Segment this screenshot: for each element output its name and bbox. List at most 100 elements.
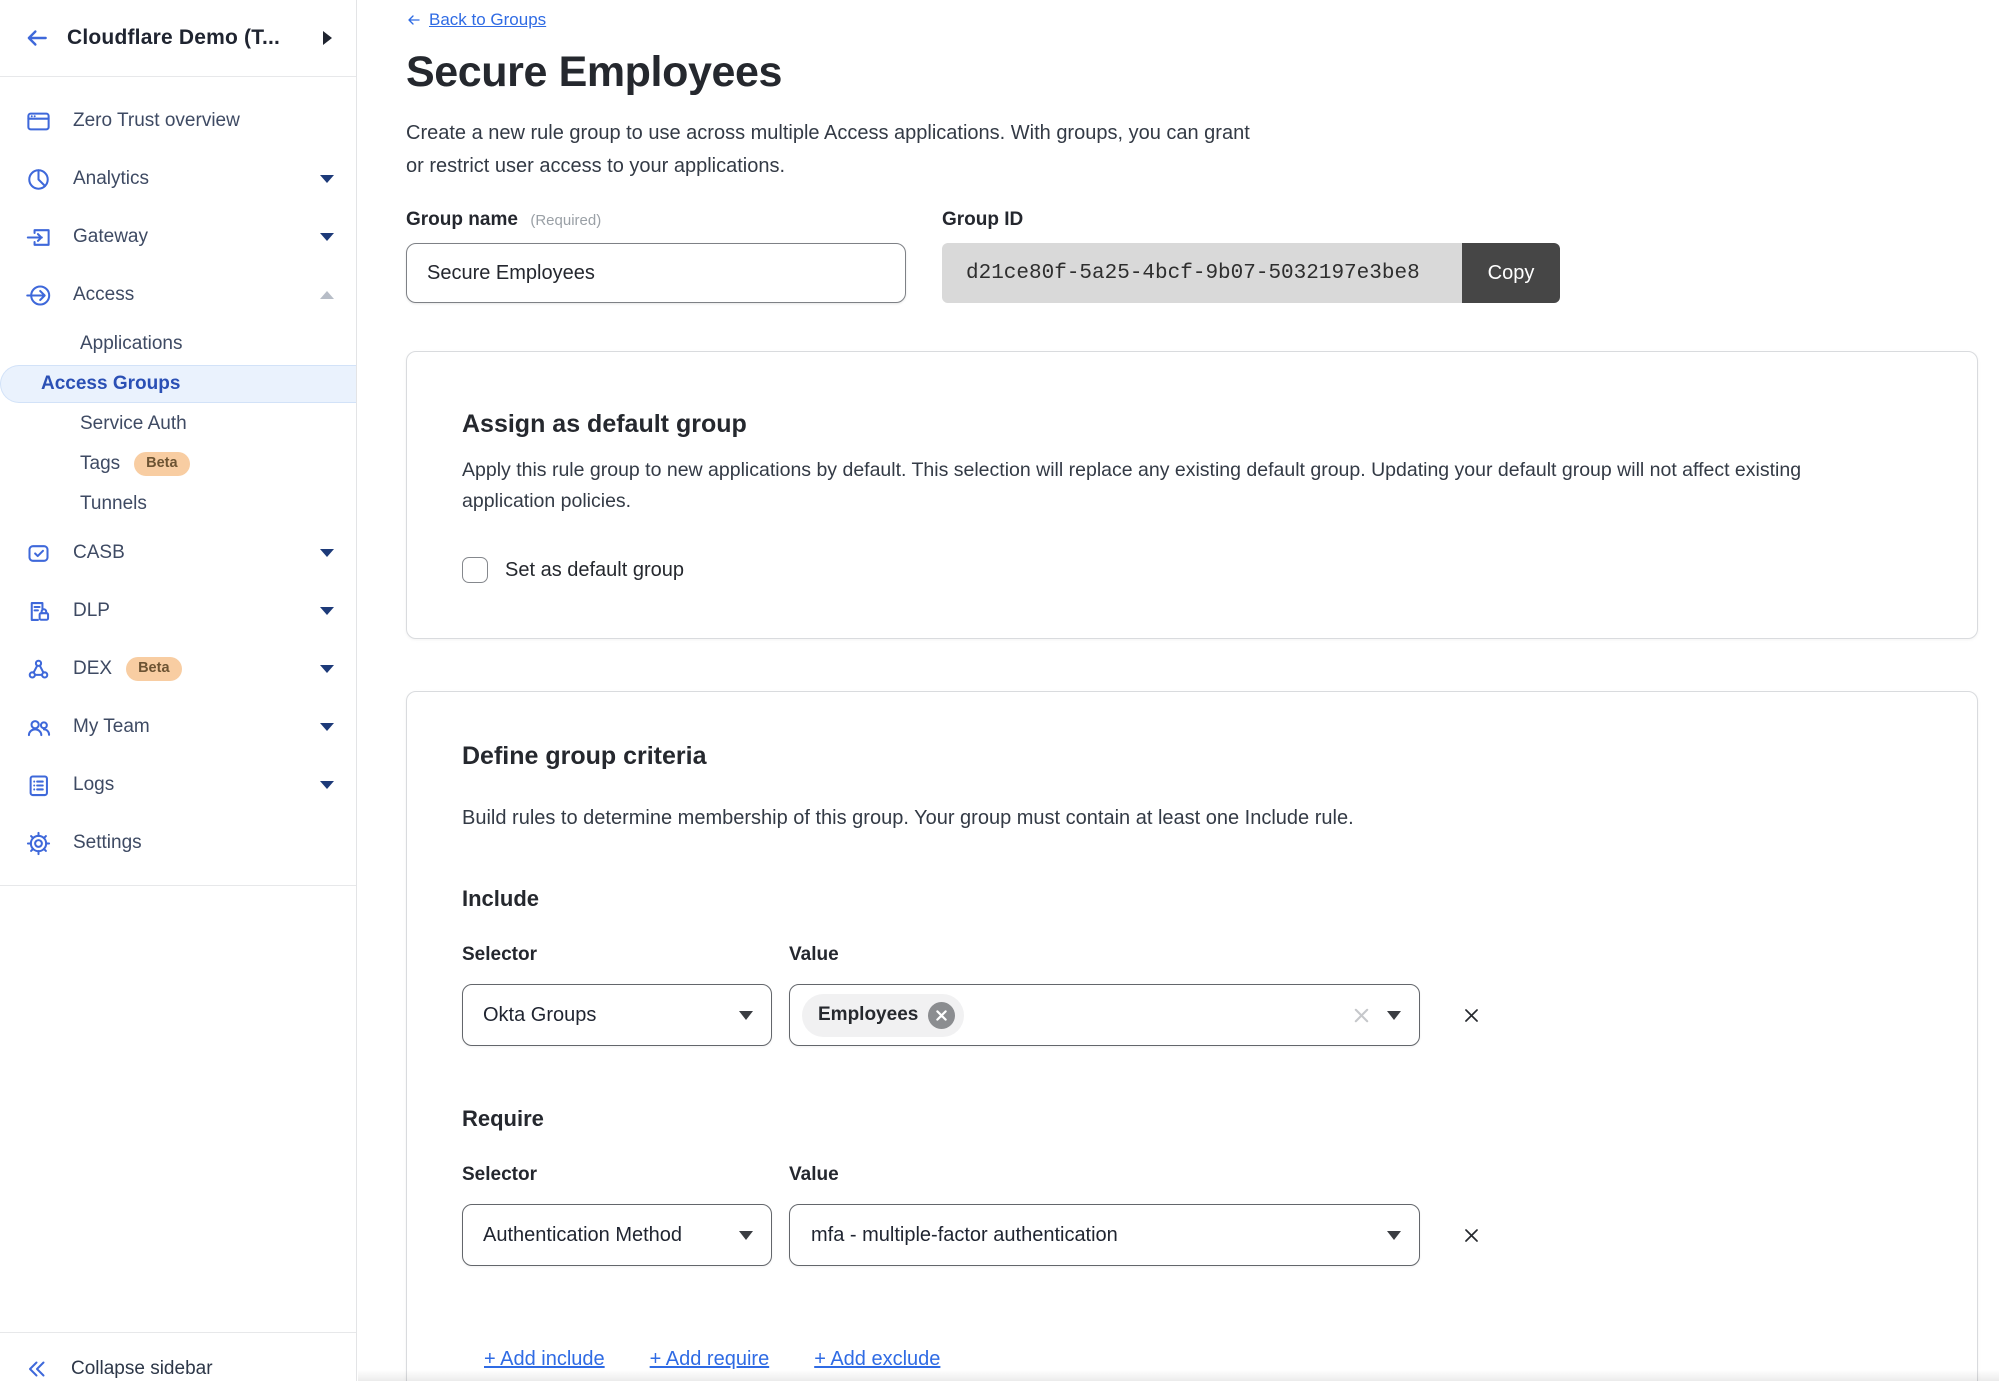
- group-form-row: Group name (Required) Group ID d21ce80f-…: [406, 209, 1978, 303]
- sidebar-item-tags[interactable]: Tags Beta: [0, 444, 356, 484]
- selector-label: Selector: [462, 1164, 772, 1186]
- gear-icon: [25, 830, 52, 857]
- include-value-multiselect[interactable]: Employees: [789, 984, 1420, 1046]
- sidebar-item-label: Gateway: [73, 226, 148, 248]
- require-selector-value: Authentication Method: [483, 1224, 682, 1247]
- criteria-card-title: Define group criteria: [462, 742, 1917, 771]
- sidebar-item-my-team[interactable]: My Team: [0, 698, 356, 756]
- back-link-label: Back to Groups: [429, 10, 546, 30]
- collapse-sidebar-button[interactable]: Collapse sidebar: [0, 1344, 213, 1381]
- sidebar-item-settings[interactable]: Settings: [0, 814, 356, 872]
- sidebar-nav: Zero Trust overview Analytics Gateway Ac…: [0, 77, 356, 886]
- value-label: Value: [789, 944, 839, 966]
- sidebar-item-access-groups[interactable]: Access Groups: [0, 365, 356, 403]
- chevron-right-icon: [323, 31, 332, 45]
- required-hint: (Required): [530, 212, 601, 229]
- chevron-down-icon: [320, 233, 334, 241]
- sub-item-label: Tags: [80, 453, 120, 475]
- sidebar-item-label: DEX: [73, 658, 112, 680]
- remove-include-rule-icon[interactable]: [1463, 1007, 1480, 1024]
- sidebar-item-label: Zero Trust overview: [73, 110, 240, 132]
- team-icon: [25, 714, 52, 741]
- sidebar-item-label: Settings: [73, 832, 142, 854]
- include-labels-row: Selector Value: [462, 944, 1917, 966]
- copy-button[interactable]: Copy: [1462, 243, 1560, 303]
- arrow-left-icon: [406, 12, 422, 28]
- chevron-down-icon: [739, 1231, 753, 1240]
- value-chip: Employees: [802, 994, 964, 1037]
- sidebar-item-casb[interactable]: CASB: [0, 524, 356, 582]
- sidebar-item-access[interactable]: Access: [0, 266, 356, 324]
- sidebar-item-zero-trust-overview[interactable]: Zero Trust overview: [0, 92, 356, 150]
- sub-item-label: Service Auth: [80, 413, 187, 435]
- collapse-sidebar-label: Collapse sidebar: [71, 1358, 213, 1380]
- default-group-card-title: Assign as default group: [462, 410, 1917, 439]
- sidebar-item-logs[interactable]: Logs: [0, 756, 356, 814]
- page-title: Secure Employees: [406, 47, 1978, 97]
- group-id-field: Group ID d21ce80f-5a25-4bcf-9b07-5032197…: [942, 209, 1560, 303]
- document-lock-icon: [25, 598, 52, 625]
- clear-values-icon[interactable]: [1352, 1006, 1371, 1025]
- require-section-title: Require: [462, 1106, 1917, 1132]
- beta-badge: Beta: [126, 657, 181, 681]
- group-id-label: Group ID: [942, 209, 1560, 231]
- include-selector-value: Okta Groups: [483, 1004, 596, 1027]
- sidebar-item-label: Analytics: [73, 168, 149, 190]
- sidebar-item-service-auth[interactable]: Service Auth: [0, 404, 356, 444]
- sidebar-item-applications[interactable]: Applications: [0, 324, 356, 364]
- chip-label: Employees: [818, 1004, 918, 1026]
- sidebar-item-dlp[interactable]: DLP: [0, 582, 356, 640]
- require-selector-dropdown[interactable]: Authentication Method: [462, 1204, 772, 1266]
- criteria-card-description: Build rules to determine membership of t…: [462, 807, 1917, 830]
- sidebar-item-gateway[interactable]: Gateway: [0, 208, 356, 266]
- chevron-down-icon: [739, 1011, 753, 1020]
- account-switcher[interactable]: Cloudflare Demo (T...: [0, 0, 356, 77]
- access-subnav: Applications Access Groups Service Auth …: [0, 324, 356, 524]
- casb-check-icon: [25, 540, 52, 567]
- back-arrow-icon[interactable]: [24, 25, 50, 51]
- group-name-input[interactable]: [406, 243, 906, 303]
- chevron-down-icon: [320, 175, 334, 183]
- chip-remove-icon[interactable]: [928, 1002, 955, 1029]
- chevron-down-icon: [320, 723, 334, 731]
- chevron-down-icon: [320, 607, 334, 615]
- chevron-up-icon: [320, 291, 334, 299]
- bottom-scroll-fade: [358, 1370, 1999, 1381]
- selector-label: Selector: [462, 944, 772, 966]
- group-name-field: Group name (Required): [406, 209, 906, 303]
- require-rule-row: Authentication Method mfa - multiple-fac…: [462, 1204, 1917, 1266]
- sidebar-item-label: Logs: [73, 774, 114, 796]
- network-nodes-icon: [25, 656, 52, 683]
- chevron-down-icon: [320, 665, 334, 673]
- remove-require-rule-icon[interactable]: [1463, 1227, 1480, 1244]
- value-label: Value: [789, 1164, 839, 1186]
- include-rule-row: Okta Groups Employees: [462, 984, 1917, 1046]
- account-name: Cloudflare Demo (T...: [67, 26, 306, 50]
- set-default-group-label: Set as default group: [505, 559, 684, 582]
- back-to-groups-link[interactable]: Back to Groups: [406, 10, 546, 30]
- sub-item-label: Applications: [80, 333, 182, 355]
- require-value: mfa - multiple-factor authentication: [802, 1224, 1371, 1247]
- sub-item-label: Access Groups: [41, 373, 180, 395]
- sub-item-label: Tunnels: [80, 493, 147, 515]
- include-section-title: Include: [462, 886, 1917, 912]
- chevron-down-icon: [320, 781, 334, 789]
- sidebar-item-tunnels[interactable]: Tunnels: [0, 484, 356, 524]
- sidebar-divider: [0, 1332, 356, 1333]
- require-value-dropdown[interactable]: mfa - multiple-factor authentication: [789, 1204, 1420, 1266]
- add-include-link[interactable]: + Add include: [484, 1348, 605, 1371]
- sidebar-item-analytics[interactable]: Analytics: [0, 150, 356, 208]
- pie-chart-icon: [25, 166, 52, 193]
- sidebar-item-label: Access: [73, 284, 134, 306]
- set-default-group-row[interactable]: Set as default group: [462, 557, 1917, 583]
- add-require-link[interactable]: + Add require: [650, 1348, 770, 1371]
- chevron-down-icon: [320, 549, 334, 557]
- include-selector-dropdown[interactable]: Okta Groups: [462, 984, 772, 1046]
- criteria-card: Define group criteria Build rules to det…: [406, 691, 1978, 1381]
- window-icon: [25, 108, 52, 135]
- set-default-group-checkbox[interactable]: [462, 557, 488, 583]
- add-exclude-link[interactable]: + Add exclude: [814, 1348, 940, 1371]
- log-list-icon: [25, 772, 52, 799]
- sidebar-item-label: CASB: [73, 542, 125, 564]
- sidebar-item-dex[interactable]: DEX Beta: [0, 640, 356, 698]
